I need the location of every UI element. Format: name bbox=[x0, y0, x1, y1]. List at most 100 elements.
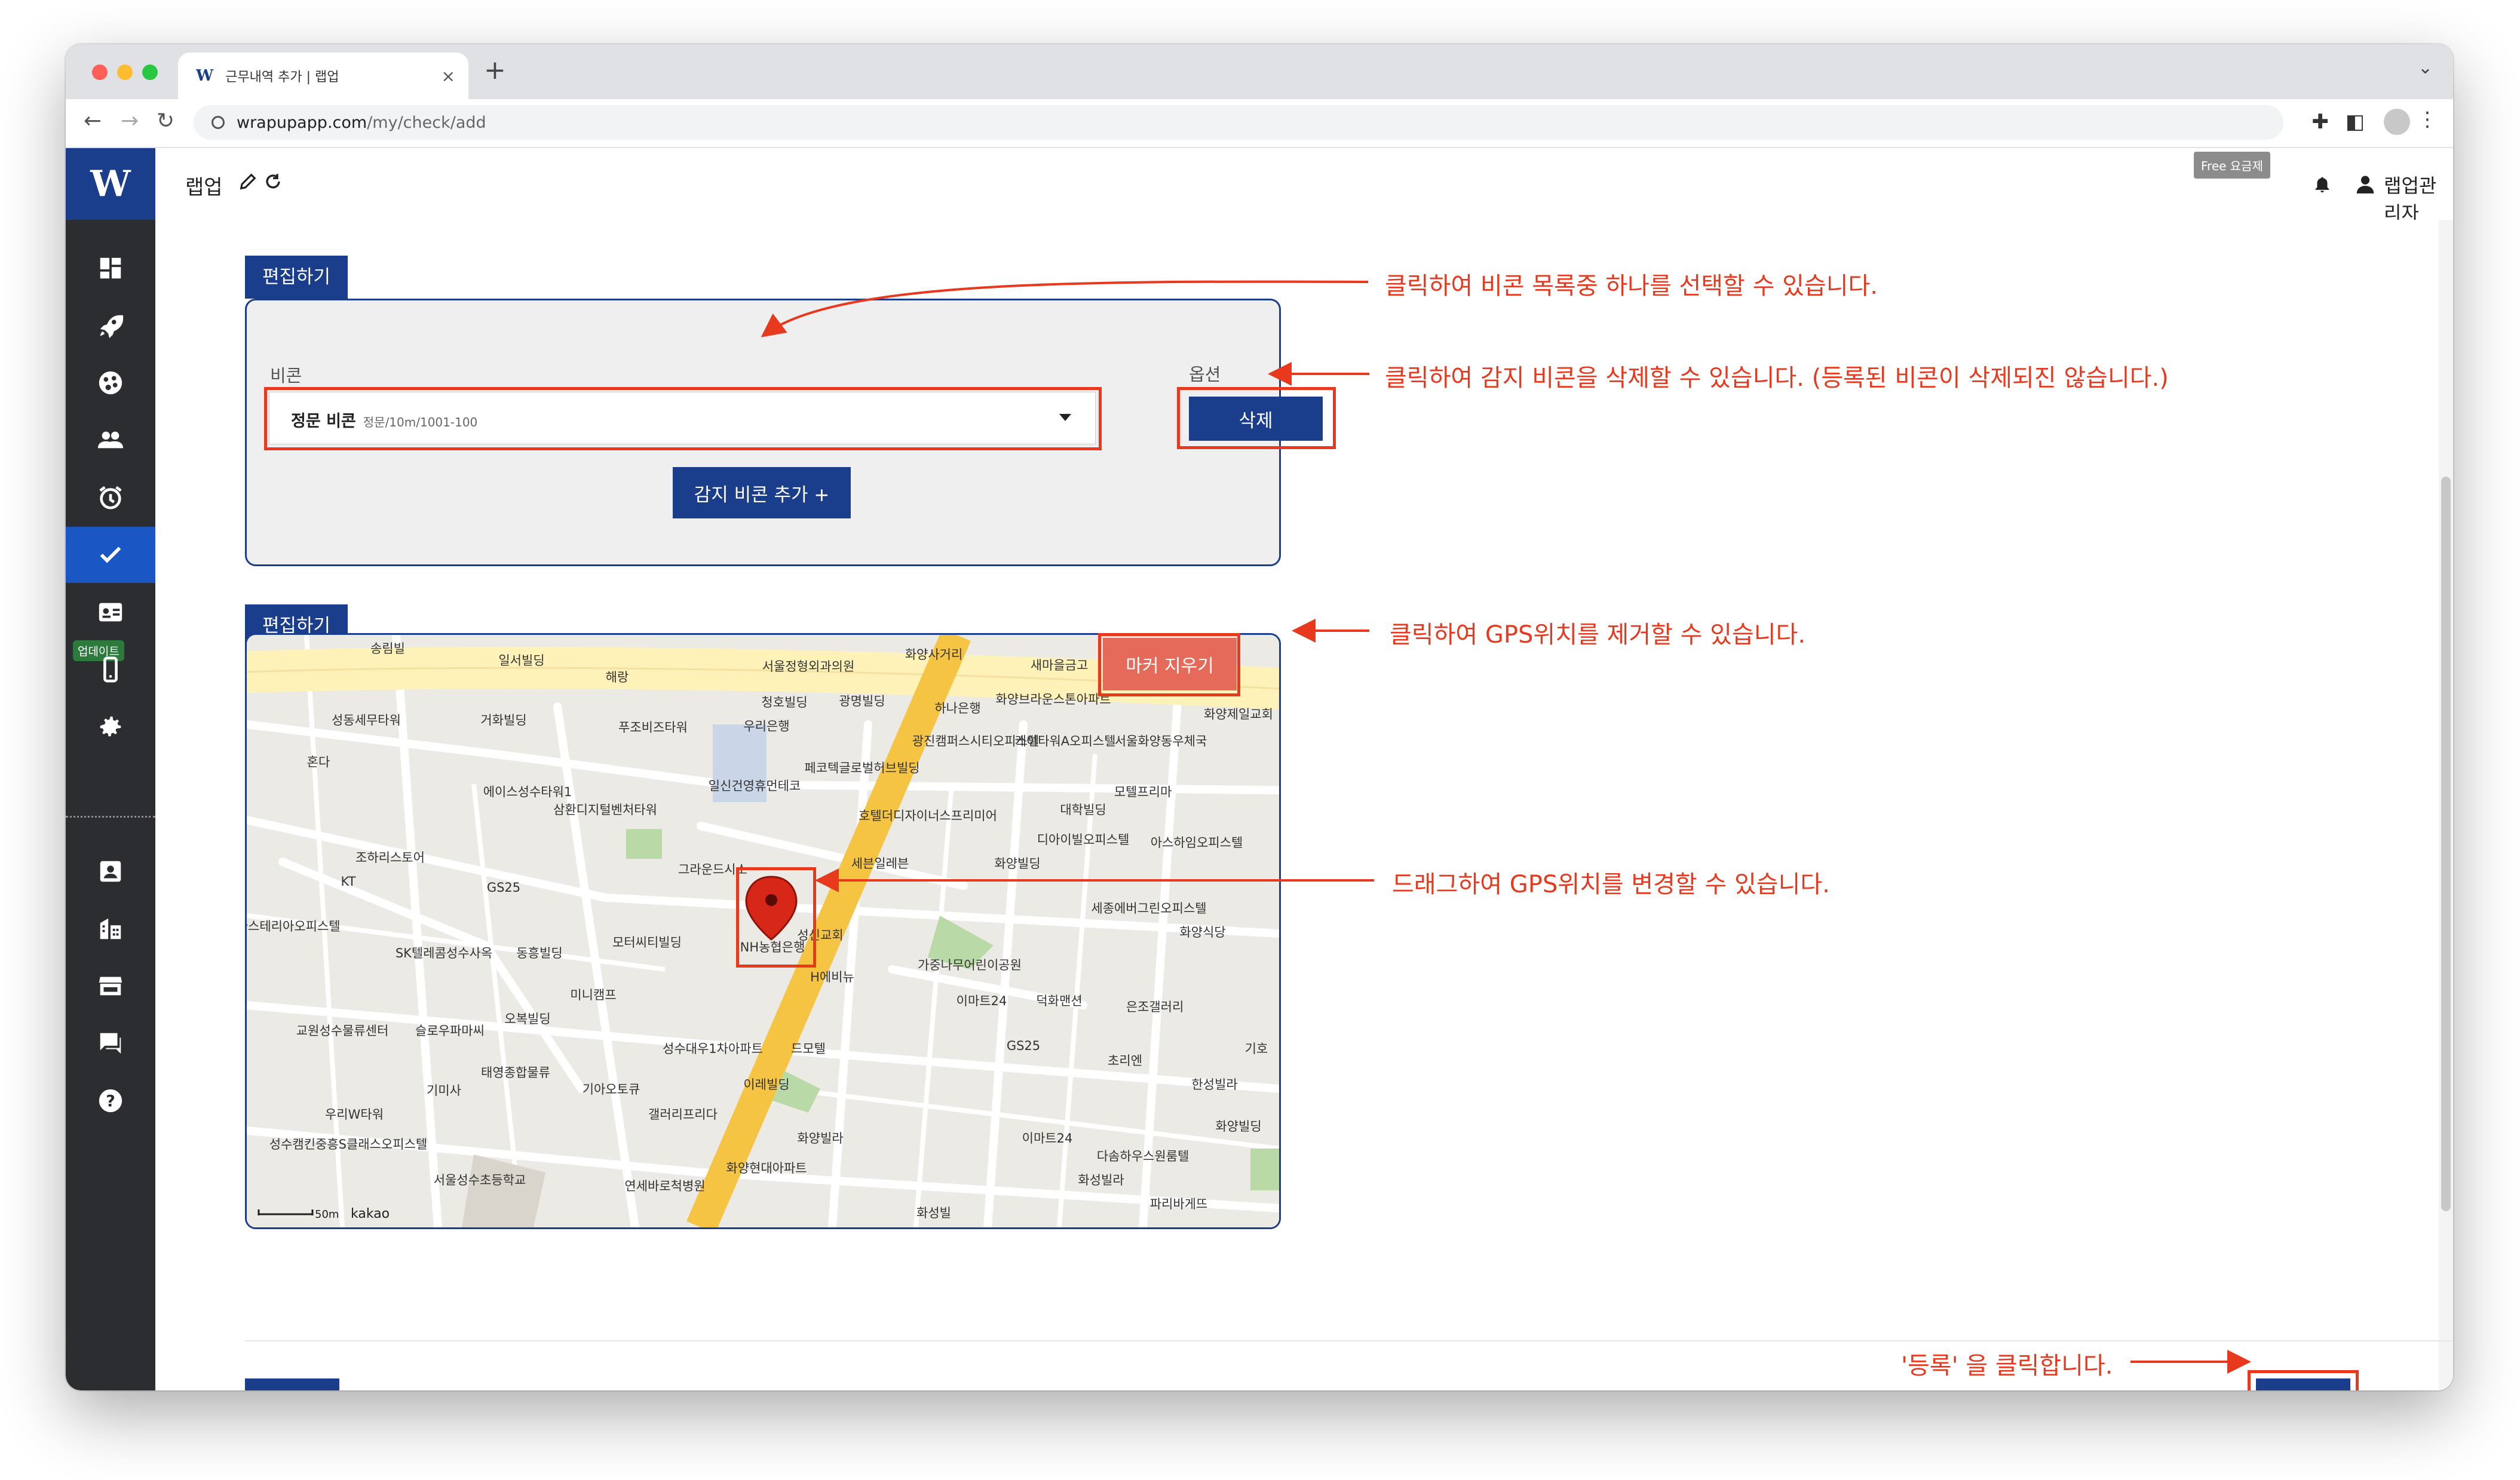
map-poi-label: 화양사거리 bbox=[905, 647, 963, 662]
section-divider bbox=[245, 1340, 2452, 1341]
map-poi-label: 동아스테리아오피스텔 bbox=[247, 919, 341, 934]
sidebar-item-cards[interactable] bbox=[66, 584, 155, 640]
sidebar-item-theme[interactable] bbox=[66, 355, 155, 411]
map-poi-label: KT bbox=[341, 874, 356, 889]
browser-menu-icon[interactable]: ⋮ bbox=[2417, 108, 2438, 131]
map-poi-label: 에이스성수타워1 bbox=[483, 785, 572, 799]
map-poi-label: 디아이빌오피스텔 bbox=[1037, 833, 1130, 847]
user-name[interactable]: 랩업관리자 bbox=[2384, 171, 2453, 226]
map-poi-label: 삼환디지털벤처타워 bbox=[553, 803, 657, 817]
map-poi-label: 기미사 bbox=[427, 1083, 461, 1098]
map-poi-label: 화양빌라 bbox=[797, 1131, 843, 1146]
map-poi-label: 모텔프리마 bbox=[1114, 785, 1172, 799]
sidebar-item-company[interactable] bbox=[66, 901, 155, 957]
sidebar-item-store[interactable] bbox=[66, 958, 155, 1014]
map-poi-label: 일신건영휴먼테코 bbox=[709, 779, 801, 793]
profile-avatar-icon[interactable] bbox=[2384, 109, 2410, 135]
sidebar-item-members[interactable] bbox=[66, 412, 155, 468]
browser-window: W 근무내역 추가 | 랩업 × + ⌄ ← → ↻ wrapupapp.com… bbox=[66, 44, 2453, 1390]
browser-tab-strip: W 근무내역 추가 | 랩업 × + ⌄ bbox=[66, 44, 2453, 99]
building-icon bbox=[100, 918, 121, 939]
palette-icon bbox=[99, 371, 122, 395]
edit-pencil-icon[interactable] bbox=[238, 170, 258, 194]
map-poi-label: 우리은행 bbox=[743, 719, 789, 733]
sidebar-item-help[interactable]: ? bbox=[66, 1073, 155, 1129]
sidebar-item-dashboard[interactable] bbox=[66, 240, 155, 296]
forward-arrow-icon[interactable]: → bbox=[121, 109, 139, 133]
map-poi-label: H에비뉴 bbox=[810, 970, 854, 984]
sidebar-item-settings[interactable] bbox=[66, 699, 155, 755]
map-poi-label: 슬로우파마씨 bbox=[415, 1024, 485, 1038]
user-icon[interactable] bbox=[2354, 172, 2377, 196]
select-highlight-box bbox=[264, 387, 1102, 450]
new-tab-button[interactable]: + bbox=[484, 55, 506, 85]
browser-tab[interactable]: W 근무내역 추가 | 랩업 × bbox=[178, 53, 468, 99]
extensions-puzzle-icon[interactable]: ✚ bbox=[2312, 110, 2329, 134]
annotation-clear-marker: 클릭하여 GPS위치를 제거할 수 있습니다. bbox=[1390, 621, 1806, 649]
map-poi-label: 이마트24 bbox=[957, 994, 1007, 1008]
id-card-icon bbox=[99, 603, 122, 622]
sidebar-item-mobile[interactable] bbox=[66, 641, 155, 698]
map-poi-label: 갤러리프리다 bbox=[648, 1107, 718, 1122]
window-minimize-button[interactable] bbox=[117, 65, 133, 80]
svg-text:?: ? bbox=[106, 1092, 115, 1111]
map-poi-label: 화성빌라 bbox=[1078, 1173, 1124, 1187]
map-poi-label: 푸조비즈타워 bbox=[618, 720, 688, 735]
side-panel-icon[interactable]: ◧ bbox=[2346, 110, 2365, 134]
workspace-name: 랩업 bbox=[185, 176, 223, 199]
map-poi-label: 기호 bbox=[1245, 1042, 1268, 1056]
dashboard-icon bbox=[100, 257, 121, 279]
map-poi-label: 서울정형외과의원 bbox=[762, 659, 855, 674]
map-poi-label: 태영종합물류 bbox=[481, 1066, 550, 1080]
map-poi-label: 은조갤러리 bbox=[1126, 1000, 1184, 1014]
map-poi-label: 교원성수물류센터 bbox=[296, 1024, 389, 1038]
sidebar: W 업데이트 ? bbox=[66, 148, 155, 1390]
map-scale-label: 50m bbox=[315, 1208, 339, 1221]
sidebar-item-launch[interactable] bbox=[66, 297, 155, 354]
app-logo[interactable]: W bbox=[66, 148, 155, 220]
add-beacon-button[interactable]: 감지 비콘 추가 + bbox=[673, 467, 851, 518]
sidebar-item-schedule[interactable] bbox=[66, 469, 155, 526]
main-content: 편집하기 비콘 옵션 정문 비콘 정문/10m/1001-100 삭제 감지 비콘… bbox=[155, 220, 2453, 1390]
delete-highlight-box bbox=[1177, 387, 1336, 449]
scrollbar-thumb[interactable] bbox=[2441, 477, 2451, 1211]
url-text: wrapupapp.com/my/check/add bbox=[237, 113, 486, 132]
map-poi-label: 성동세무타워 bbox=[332, 713, 401, 727]
rocket-icon bbox=[100, 315, 124, 339]
annotation-delete-beacon: 클릭하여 감지 비콘을 삭제할 수 있습니다. (등록된 비콘이 삭제되진 않습… bbox=[1385, 364, 2169, 392]
address-bar[interactable]: wrapupapp.com/my/check/add bbox=[194, 105, 2283, 140]
tab-close-icon[interactable]: × bbox=[442, 66, 455, 86]
beacon-section-tag: 편집하기 bbox=[245, 256, 348, 299]
reload-icon[interactable]: ↻ bbox=[157, 109, 174, 133]
map-poi-label: 화양빌딩 bbox=[1215, 1119, 1261, 1134]
map-poi-label: 화양브라운스톤아파트 bbox=[995, 692, 1111, 707]
site-info-icon[interactable] bbox=[211, 116, 225, 129]
sidebar-item-messages[interactable] bbox=[66, 1015, 155, 1071]
browser-toolbar: ← → ↻ wrapupapp.com/my/check/add ✚ ◧ ⋮ bbox=[66, 99, 2453, 148]
back-arrow-icon[interactable]: ← bbox=[84, 109, 102, 133]
map-poi-label: 모터씨티빌딩 bbox=[612, 935, 682, 950]
help-icon: ? bbox=[99, 1089, 122, 1113]
map-poi-label: 하나은행 bbox=[934, 701, 980, 716]
plan-badge[interactable]: Free 요금제 bbox=[2194, 152, 2270, 179]
scrollbar[interactable] bbox=[2439, 220, 2453, 1390]
option-label: 옵션 bbox=[1189, 364, 1221, 385]
marker-highlight-box bbox=[736, 867, 816, 968]
map-poi-label: 드모텔 bbox=[791, 1042, 826, 1056]
map-poi-label: 서울화양동우체국 bbox=[1115, 734, 1207, 748]
window-close-button[interactable] bbox=[92, 65, 108, 80]
window-zoom-button[interactable] bbox=[142, 65, 158, 80]
tab-search-chevron-icon[interactable]: ⌄ bbox=[2418, 57, 2433, 78]
alarm-clock-icon bbox=[99, 486, 122, 509]
chat-icon bbox=[100, 1033, 121, 1054]
sidebar-item-contacts[interactable] bbox=[66, 843, 155, 899]
settings-gear-icon bbox=[100, 716, 121, 736]
refresh-icon[interactable] bbox=[263, 170, 283, 194]
list-button[interactable]: 목록 bbox=[245, 1378, 339, 1390]
map-poi-label: 가중나무어린이공원 bbox=[918, 958, 1022, 972]
map-poi-label: 대학빌딩 bbox=[1060, 803, 1106, 817]
map-poi-label: 페코텍글로벌허브빌딩 bbox=[804, 761, 919, 775]
sidebar-item-checks[interactable] bbox=[66, 527, 155, 583]
notification-bell-icon[interactable] bbox=[2312, 172, 2332, 196]
map-poi-label: GS25 bbox=[1007, 1039, 1040, 1053]
